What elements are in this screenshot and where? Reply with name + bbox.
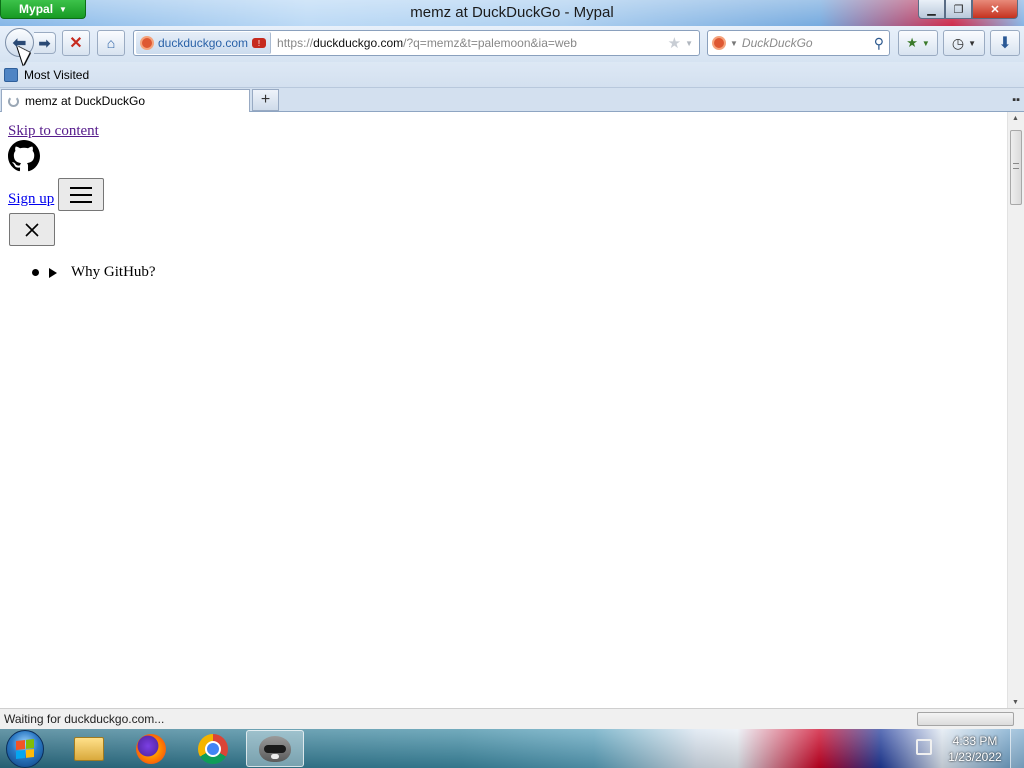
disclosure-triangle-icon[interactable]: [49, 267, 57, 278]
history-button[interactable]: ◷ ▼: [943, 30, 985, 56]
chevron-down-icon: ▼: [921, 38, 930, 48]
taskbar-file-explorer[interactable]: [60, 730, 118, 767]
skip-to-content-link[interactable]: Skip to content: [8, 123, 99, 140]
most-visited-icon: [4, 67, 18, 82]
firefox-icon: [136, 733, 166, 764]
duckduckgo-favicon-icon: [140, 36, 154, 50]
vertical-scrollbar[interactable]: ▲ ▼: [1007, 112, 1024, 708]
new-tab-button[interactable]: +: [252, 89, 279, 111]
url-text[interactable]: https://duckduckgo.com/?q=memz&t=palemoo…: [277, 36, 668, 50]
url-dropdown-icon[interactable]: ▼: [685, 39, 693, 48]
folder-icon: [74, 736, 104, 761]
title-bar: Mypal ▼ memz at DuckDuckGo - Mypal ▁ ❐ ✕: [0, 0, 1024, 26]
stop-button[interactable]: ✕: [62, 30, 90, 56]
bookmarks-toolbar: Most Visited: [0, 62, 1024, 88]
scroll-up-arrow-icon[interactable]: ▲: [1012, 115, 1019, 122]
minimize-button[interactable]: ▁: [918, 0, 945, 19]
home-button[interactable]: ⌂: [97, 30, 125, 56]
scrollbar-thumb[interactable]: [1010, 130, 1022, 205]
system-clock[interactable]: 4:33 PM 1/23/2022: [942, 733, 1008, 765]
close-menu-button[interactable]: [9, 213, 55, 246]
windows-logo-icon: [16, 739, 34, 759]
github-logo-icon[interactable]: [8, 140, 40, 172]
list-all-tabs-icon[interactable]: ▪▪: [1012, 94, 1020, 106]
clock-time: 4:33 PM: [952, 734, 998, 748]
arrow-right-icon: ➡: [38, 34, 51, 51]
loading-spinner-icon: [8, 95, 19, 107]
search-input[interactable]: DuckDuckGo: [742, 36, 870, 50]
bookmark-most-visited[interactable]: Most Visited: [24, 68, 89, 82]
close-window-button[interactable]: ✕: [972, 0, 1018, 19]
chevron-down-icon: ▼: [968, 38, 977, 48]
bookmark-star-icon[interactable]: ★: [668, 34, 681, 52]
url-scheme: https://: [277, 36, 314, 50]
taskbar-firefox[interactable]: [122, 730, 180, 767]
sign-up-link[interactable]: Sign up: [8, 191, 54, 208]
nav-item-label: Why GitHub?: [71, 264, 156, 280]
identity-label: duckduckgo.com: [158, 36, 249, 50]
loading-progress-bar: [917, 712, 1014, 726]
grip-icon: [1013, 163, 1019, 169]
close-icon: [25, 222, 39, 237]
url-path: /?q=memz&t=palemoon&ia=web: [403, 36, 577, 50]
tab-label: memz at DuckDuckGo: [25, 94, 146, 108]
x-icon: ✕: [69, 35, 83, 52]
start-button[interactable]: [6, 730, 44, 768]
site-identity-button[interactable]: duckduckgo.com !: [136, 32, 272, 54]
bookmarks-icon: ★: [906, 35, 918, 50]
clock-icon: ◷: [951, 34, 965, 51]
hamburger-menu-button[interactable]: [58, 178, 104, 211]
network-icon[interactable]: [916, 739, 932, 755]
download-arrow-icon: ⬇: [998, 35, 1012, 52]
bullet-icon: [32, 269, 39, 276]
search-engine-icon[interactable]: [712, 36, 726, 50]
url-host: duckduckgo.com: [313, 36, 404, 50]
restore-button[interactable]: ❐: [945, 0, 972, 19]
security-warning-icon: !: [252, 38, 267, 48]
scroll-down-arrow-icon[interactable]: ▼: [1012, 699, 1019, 706]
window-controls: ▁ ❐ ✕: [918, 0, 1018, 19]
mypal-raccoon-icon: [259, 735, 291, 762]
tab-strip: memz at DuckDuckGo + ▪▪: [0, 88, 1024, 112]
address-bar[interactable]: duckduckgo.com ! https://duckduckgo.com/…: [133, 30, 700, 56]
nav-item-why-github[interactable]: Why GitHub?: [32, 264, 156, 281]
page-content: Skip to content Sign up Why GitHub?: [0, 112, 1007, 708]
search-bar[interactable]: ▼ DuckDuckGo ⚲: [707, 30, 890, 56]
chevron-down-icon[interactable]: ▼: [730, 39, 738, 48]
chrome-icon: [198, 733, 228, 764]
taskbar-mypal[interactable]: [246, 730, 304, 767]
plus-icon: +: [260, 91, 271, 108]
forward-button[interactable]: ➡: [34, 32, 56, 54]
navigation-toolbar: ⬅ ➡ ✕ ⌂ duckduckgo.com ! https://duckduc…: [0, 26, 1024, 62]
clock-date: 1/23/2022: [948, 750, 1002, 764]
bookmarks-menu-button[interactable]: ★ ▼: [898, 30, 938, 56]
hamburger-icon: [70, 186, 92, 203]
window-title: memz at DuckDuckGo - Mypal: [410, 4, 614, 21]
downloads-button[interactable]: ⬇: [990, 30, 1020, 56]
status-bar: Waiting for duckduckgo.com...: [0, 708, 1024, 729]
show-desktop-button[interactable]: [1010, 729, 1024, 768]
tab-memz[interactable]: memz at DuckDuckGo: [1, 89, 250, 112]
status-text: Waiting for duckduckgo.com...: [4, 712, 165, 726]
taskbar-chrome[interactable]: [184, 730, 242, 767]
taskbar: 4:33 PM 1/23/2022: [0, 729, 1024, 768]
home-icon: ⌂: [106, 35, 116, 51]
magnifier-icon[interactable]: ⚲: [874, 35, 884, 52]
